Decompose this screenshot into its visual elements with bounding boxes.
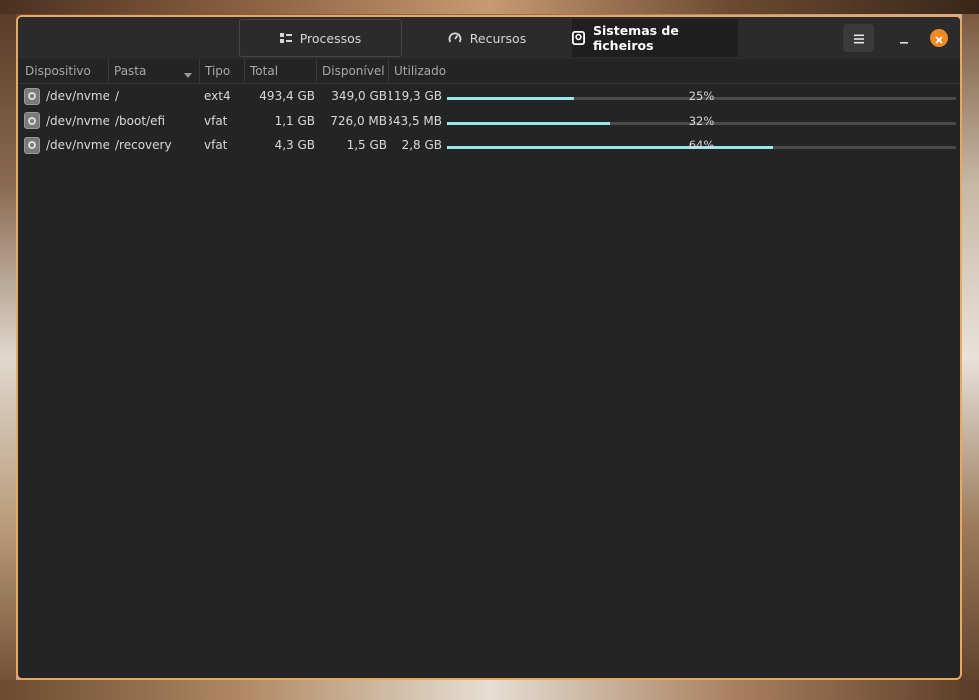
table-header: Dispositivo Pasta Tipo Total Disponível …: [20, 59, 960, 84]
processes-icon: [279, 32, 292, 44]
column-header-mount[interactable]: Pasta: [109, 59, 200, 83]
total-cell: 4,3 GB: [274, 138, 315, 152]
table-row[interactable]: /dev/nvme0 / ext4 493,4 GB 349,0 GB 119,…: [20, 84, 960, 109]
usage-bar: 64%: [447, 133, 956, 157]
used-cell: 343,5 MB: [389, 113, 442, 128]
system-monitor-window: Processos Recursos Sistemas de ficheiros: [16, 15, 962, 680]
device-cell: /dev/nvme0: [46, 138, 109, 152]
used-cell: 119,3 GB: [389, 89, 442, 103]
column-header-device[interactable]: Dispositivo: [20, 59, 109, 83]
device-cell: /dev/nvme0: [46, 89, 109, 103]
header-bar: Processos Recursos Sistemas de ficheiros: [18, 17, 960, 59]
device-cell: /dev/nvme0: [46, 113, 109, 128]
available-cell: 1,5 GB: [346, 138, 387, 152]
total-cell: 493,4 GB: [259, 89, 315, 103]
hamburger-icon: [853, 29, 865, 48]
tab-file-systems-label: Sistemas de ficheiros: [593, 23, 679, 53]
tab-file-systems[interactable]: Sistemas de ficheiros: [572, 19, 738, 57]
column-header-used[interactable]: Utilizado: [389, 59, 959, 83]
tab-resources[interactable]: Recursos: [402, 19, 572, 57]
available-cell: 349,0 GB: [331, 89, 387, 103]
type-cell: vfat: [204, 138, 228, 152]
view-switcher: Processos Recursos Sistemas de ficheiros: [239, 19, 738, 59]
gauge-icon: [448, 31, 462, 45]
drive-icon: [24, 109, 42, 133]
usage-percent: 25%: [688, 89, 715, 103]
menu-button[interactable]: [843, 24, 874, 52]
column-header-total-label: Total: [250, 64, 279, 78]
sort-descending-icon: [184, 68, 192, 82]
minimize-icon: [899, 30, 909, 49]
drive-icon: [24, 133, 42, 157]
usage-bar: 32%: [447, 109, 956, 133]
tab-processes[interactable]: Processos: [239, 19, 402, 57]
drive-icon: [572, 31, 585, 45]
available-cell: 726,0 MB: [330, 113, 387, 128]
column-header-used-label: Utilizado: [394, 64, 447, 78]
tab-processes-label: Processos: [299, 30, 362, 46]
column-header-device-label: Dispositivo: [25, 64, 91, 78]
column-header-mount-label: Pasta: [114, 64, 147, 78]
close-button[interactable]: [930, 29, 948, 47]
mount-cell: /recovery: [115, 138, 172, 152]
total-cell: 1,1 GB: [274, 113, 315, 128]
close-icon: [935, 29, 943, 48]
column-header-type-label: Tipo: [205, 64, 231, 78]
usage-bar: 25%: [447, 84, 956, 108]
mount-cell: /boot/efi: [115, 113, 166, 128]
used-cell: 2,8 GB: [401, 138, 442, 152]
type-cell: vfat: [204, 113, 228, 128]
file-systems-table: Dispositivo Pasta Tipo Total Disponível …: [20, 59, 960, 158]
column-header-available-label: Disponível: [322, 64, 385, 78]
column-header-available[interactable]: Disponível: [317, 59, 389, 83]
usage-percent: 64%: [688, 138, 715, 152]
mount-cell: /: [115, 89, 120, 103]
usage-percent: 32%: [688, 113, 715, 128]
column-header-total[interactable]: Total: [245, 59, 317, 83]
drive-icon: [24, 84, 42, 108]
column-header-type[interactable]: Tipo: [200, 59, 245, 83]
tab-resources-label: Recursos: [469, 30, 527, 46]
table-body: /dev/nvme0 / ext4 493,4 GB 349,0 GB 119,…: [20, 84, 960, 158]
table-row[interactable]: /dev/nvme0 /recovery vfat 4,3 GB 1,5 GB …: [20, 133, 960, 158]
table-row[interactable]: /dev/nvme0 /boot/efi vfat 1,1 GB 726,0 M…: [20, 109, 960, 134]
type-cell: ext4: [204, 89, 231, 103]
minimize-button[interactable]: [894, 27, 914, 49]
